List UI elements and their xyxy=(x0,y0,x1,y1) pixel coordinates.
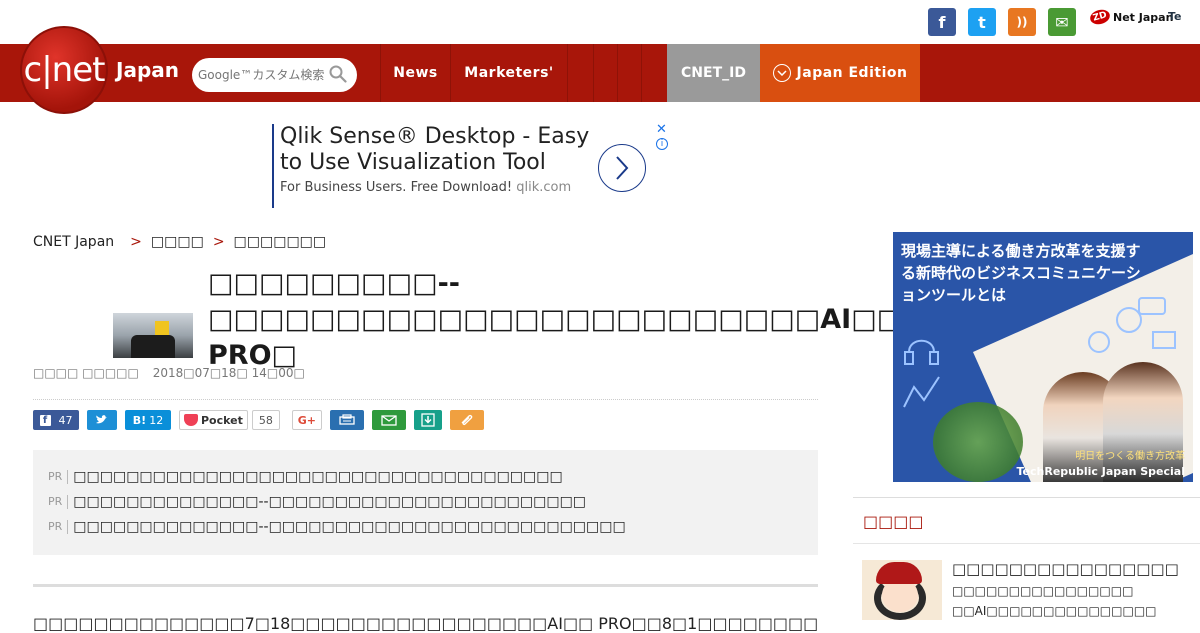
breadcrumb: CNET Japan > □□□□ > □□□□□□□ xyxy=(33,234,326,250)
save-button[interactable] xyxy=(413,410,442,430)
facebook-icon[interactable]: f xyxy=(928,8,956,36)
mail-icon xyxy=(381,414,397,426)
thumbnail-detail xyxy=(131,335,175,358)
divider xyxy=(853,543,1200,544)
pocket-icon xyxy=(184,414,198,426)
pr-item-text[interactable]: □□□□□□□□□□□□□□--□□□□□□□□□□□□□□□□□□□□□□□□… xyxy=(73,519,625,535)
hatena-icon: B! xyxy=(132,413,147,427)
top-bar: f t )) ✉ ZD Net Japan Te xyxy=(0,0,1200,44)
nav-empty-2[interactable] xyxy=(593,44,617,102)
pocket-count: 58 xyxy=(251,410,280,430)
side-ad-headline: 現場主導による働き方改革を支援する新時代のビジネスコミュニケーションツールとは xyxy=(901,242,1141,304)
pr-item[interactable]: PR □□□□□□□□□□□□□□□□□□□□□□□□□□□□□□□□□□□□□ xyxy=(48,464,803,489)
social-links: t xyxy=(968,8,996,36)
search-input[interactable] xyxy=(198,68,328,82)
mail-icon[interactable]: ✉ xyxy=(1048,8,1076,36)
ad-arrow-button[interactable] xyxy=(598,144,646,192)
share-bar: f 47 B! 12 Pocket 58 G+ xyxy=(33,410,492,430)
ranking-thumbnail[interactable] xyxy=(862,560,942,620)
pr-item[interactable]: PR □□□□□□□□□□□□□□--□□□□□□□□□□□□□□□□□□□□□… xyxy=(48,514,803,539)
pr-tag: PR xyxy=(48,494,69,509)
ad-subtitle-text: For Business Users. Free Download! xyxy=(280,180,513,195)
clip-button[interactable] xyxy=(449,410,484,430)
ranking-item-sub: □□AI□□□□□□□□□□□□□□□ xyxy=(952,604,1157,618)
author-name[interactable]: □□□□ □□□□□ xyxy=(33,366,139,380)
nav-marketers[interactable]: Marketers' xyxy=(450,44,567,102)
twitter-icon xyxy=(96,415,107,424)
ad-domain: qlik.com xyxy=(516,180,572,195)
byline: □□□□ □□□□□ 2018□07□18□ 14□00□ xyxy=(33,366,305,380)
social-links: ✉ xyxy=(1048,8,1076,36)
zdnet-link[interactable]: ZD Net Japan xyxy=(1088,7,1174,27)
search-box xyxy=(192,58,357,92)
side-ad-caption-small: 明日をつくる働き方改革 xyxy=(1075,451,1185,462)
edition-label: Japan Edition xyxy=(796,65,908,81)
pr-item-text[interactable]: □□□□□□□□□□□□□□--□□□□□□□□□□□□□□□□□□□□□□□□ xyxy=(73,494,586,510)
breadcrumb-separator: > xyxy=(212,234,225,250)
divider xyxy=(853,497,1200,498)
zdnet-badge: ZD xyxy=(1088,7,1112,27)
thumbnail-detail xyxy=(876,562,922,584)
facebook-share-button[interactable]: f 47 xyxy=(33,410,79,430)
breadcrumb-separator: > xyxy=(130,234,142,250)
ranking-item-sub: □□□□□□□□□□□□□□□□ xyxy=(952,584,1134,598)
techrepublic-link[interactable]: Te xyxy=(1168,10,1182,23)
pr-box: PR □□□□□□□□□□□□□□□□□□□□□□□□□□□□□□□□□□□□□… xyxy=(33,450,818,555)
breadcrumb-level3[interactable]: □□□□□□□ xyxy=(234,234,327,250)
ad-banner[interactable]: Qlik Sense® Desktop - Easy to Use Visual… xyxy=(272,122,672,208)
nav-empty-1[interactable] xyxy=(567,44,593,102)
hatena-count: 12 xyxy=(149,413,164,427)
cnet-logo[interactable]: c|net xyxy=(20,26,108,114)
nav-news[interactable]: News xyxy=(380,44,450,102)
print-icon xyxy=(339,414,355,425)
ad-info-icon[interactable]: i xyxy=(656,138,668,150)
rss-icon[interactable]: )) xyxy=(1008,8,1036,36)
pocket-label: Pocket xyxy=(201,413,243,427)
search-icon[interactable] xyxy=(329,65,347,83)
pr-tag: PR xyxy=(48,469,69,484)
article-headline: □□□□□□□□□--□□□□□□□□□□□□□□□□□□□□□□□□AI□□ … xyxy=(208,268,903,371)
print-button[interactable] xyxy=(329,410,364,430)
ad-icons-illustration xyxy=(903,339,940,408)
pr-tag: PR xyxy=(48,519,69,534)
ranking-item-title[interactable]: □□□□□□□□□□□□□□□□ xyxy=(952,560,1179,578)
chevron-down-icon xyxy=(772,64,791,82)
ad-plant-image xyxy=(933,402,1023,482)
nav-cnet-id[interactable]: CNET_ID xyxy=(667,44,760,102)
side-ad[interactable]: 現場主導による働き方改革を支援する新時代のビジネスコミュニケーションツールとは … xyxy=(893,232,1193,482)
pocket-button[interactable]: Pocket xyxy=(179,410,248,430)
divider xyxy=(33,584,818,587)
article-thumbnail xyxy=(113,313,193,358)
side-ad-caption: TechRepublic Japan Special xyxy=(1016,465,1185,478)
pr-item-text[interactable]: □□□□□□□□□□□□□□□□□□□□□□□□□□□□□□□□□□□□□ xyxy=(73,469,562,485)
google-plus-button[interactable]: G+ xyxy=(291,410,322,430)
zdnet-label: Net Japan xyxy=(1113,10,1174,24)
publish-date: 2018□07□18□ 14□00□ xyxy=(152,366,305,380)
facebook-count: 47 xyxy=(58,413,73,427)
pr-item[interactable]: PR □□□□□□□□□□□□□□--□□□□□□□□□□□□□□□□□□□□□… xyxy=(48,489,803,514)
social-links: f xyxy=(928,8,956,36)
breadcrumb-level2[interactable]: □□□□ xyxy=(151,234,204,250)
twitter-share-button[interactable] xyxy=(87,410,117,430)
hatena-bookmark-button[interactable]: B! 12 xyxy=(125,410,171,430)
divider xyxy=(33,399,818,400)
breadcrumb-root[interactable]: CNET Japan xyxy=(33,234,114,250)
nav-empty-4[interactable] xyxy=(641,44,667,102)
download-icon xyxy=(421,413,435,427)
email-share-button[interactable] xyxy=(371,410,406,430)
ranking-title: □□□□ xyxy=(863,512,924,531)
facebook-icon: f xyxy=(39,414,51,426)
ad-icons-illustration xyxy=(1088,297,1176,353)
nav-japan-edition[interactable]: Japan Edition xyxy=(760,44,920,102)
chevron-right-icon xyxy=(616,156,629,180)
social-links: )) xyxy=(1008,8,1036,36)
twitter-icon[interactable]: t xyxy=(968,8,996,36)
nav-empty-3[interactable] xyxy=(617,44,641,102)
ad-close-icon[interactable]: ✕ xyxy=(656,122,667,137)
paperclip-icon xyxy=(461,414,473,426)
logo-japan-label: Japan xyxy=(116,58,179,82)
article-body: □□□□□□□□□□□□□□7□18□□□□□□□□□□□□□□□□□AI□□ … xyxy=(33,614,818,633)
